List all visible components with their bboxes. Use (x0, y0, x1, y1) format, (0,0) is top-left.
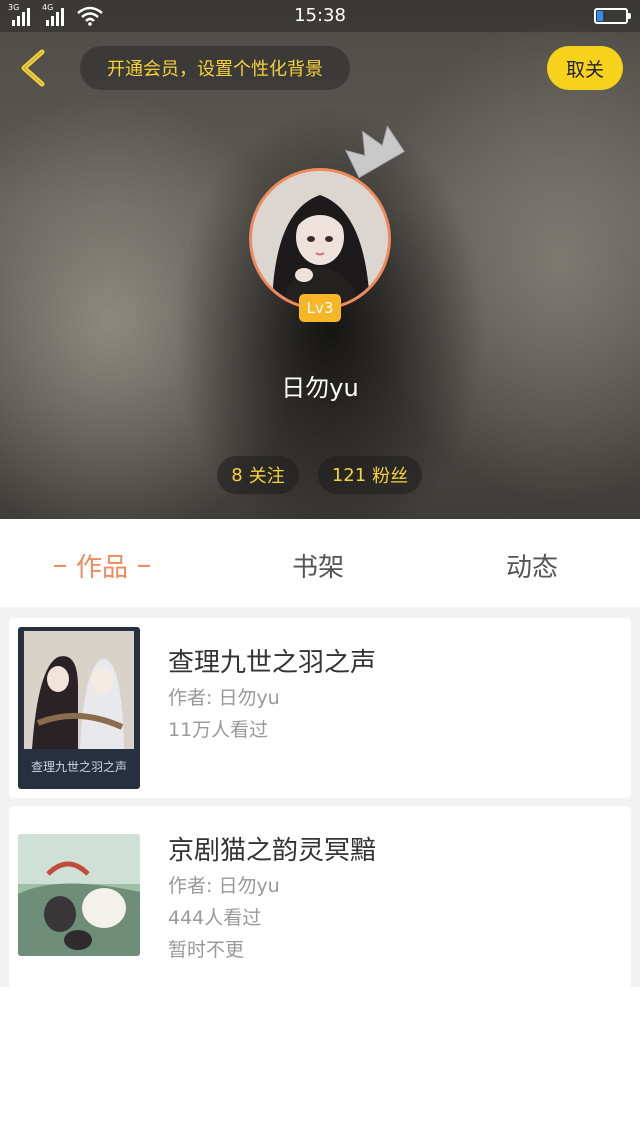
vip-promo-button[interactable]: 开通会员，设置个性化背景 (80, 46, 350, 90)
following-count: 8 (231, 464, 243, 486)
book-cover (18, 834, 140, 956)
book-views: 11万人看过 (168, 719, 269, 741)
book-author: 作者: 日勿yu (168, 687, 280, 709)
book-author: 作者: 日勿yu (168, 875, 280, 897)
book-views: 444人看过 (168, 907, 262, 929)
unfollow-button[interactable]: 取关 (547, 46, 623, 90)
chevron-left-icon (21, 49, 45, 87)
battery-icon (594, 8, 631, 24)
book-status: 暂时不更 (168, 939, 245, 961)
tab-works[interactable]: 作品 (54, 547, 151, 584)
tab-bookshelf[interactable]: 书架 (292, 547, 344, 584)
empty-area (0, 987, 640, 1138)
book-title: 查理九世之羽之声 (168, 648, 377, 678)
tab-active-dash (138, 564, 151, 567)
fans-count-button[interactable]: 121 粉丝 (318, 456, 422, 494)
tab-active-dash (54, 564, 66, 567)
list-item[interactable]: 查理九世之羽之声 查理九世之羽之声 作者: 日勿yu 11万人看过 (9, 618, 631, 798)
fans-count: 121 (331, 464, 367, 486)
level-badge: Lv3 (299, 294, 341, 322)
tab-works-label: 作品 (76, 553, 129, 583)
book-cover: 查理九世之羽之声 (18, 627, 140, 789)
avatar-image (252, 171, 388, 307)
clock: 15:38 (294, 5, 346, 26)
following-label: 关注 (248, 466, 285, 487)
username: 日勿yu (281, 374, 359, 402)
list-item[interactable]: 京剧猫之韵灵冥黯 作者: 日勿yu 444人看过 暂时不更 (9, 806, 631, 987)
book-title: 京剧猫之韵灵冥黯 (168, 836, 377, 866)
cover-caption: 查理九世之羽之声 (31, 760, 127, 774)
fans-label: 粉丝 (372, 466, 409, 487)
tab-activity[interactable]: 动态 (506, 547, 558, 584)
status-bar: 3G 4G 15:38 (0, 0, 640, 32)
back-button[interactable] (14, 46, 54, 90)
following-count-button[interactable]: 8 关注 (217, 456, 299, 494)
avatar[interactable] (249, 168, 391, 310)
profile-tabs: 作品 书架 动态 (0, 519, 640, 607)
